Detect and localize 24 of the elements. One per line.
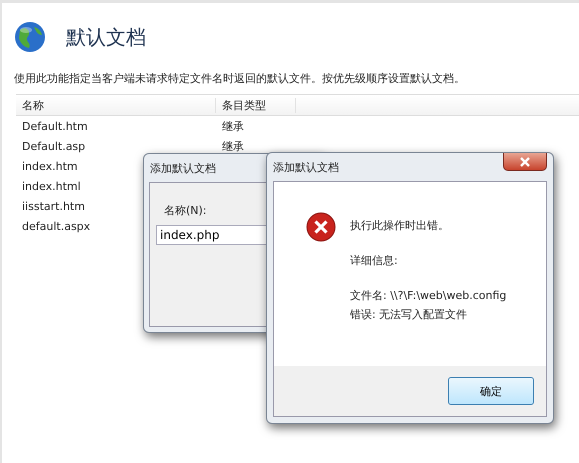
detail-text: 错误: 无法写入配置文件 bbox=[350, 307, 468, 322]
table-cell-text: index.html bbox=[21, 180, 81, 192]
column-header[interactable]: 名称 bbox=[16, 98, 216, 112]
globe-icon bbox=[14, 21, 46, 53]
description-text: 使用此功能指定当客户端未请求特定文件名时返回的默认文件。按优先级顺序设置默认文档。 bbox=[13, 71, 466, 86]
details-label: 详细信息: bbox=[350, 253, 399, 268]
table-cell-text: iisstart.htm bbox=[21, 200, 85, 212]
error-icon bbox=[306, 212, 336, 242]
error-message: 执行此操作时出错。 bbox=[350, 218, 450, 233]
table-cell-text: default.aspx bbox=[21, 220, 90, 232]
dialog-title: 添加默认文档 bbox=[273, 160, 339, 174]
column-header[interactable]: 条目类型 bbox=[216, 98, 296, 112]
detail-text: 文件名: \\?\F:\web\web.config bbox=[350, 288, 506, 303]
table-cell-text: 继承 bbox=[221, 118, 244, 134]
table-cell-text: 继承 bbox=[221, 138, 244, 154]
close-icon bbox=[519, 156, 531, 166]
table-cell-text: index.htm bbox=[21, 160, 78, 172]
dialog-title: 添加默认文档 bbox=[150, 160, 216, 176]
close-button[interactable] bbox=[503, 153, 547, 171]
table-cell-text: Default.asp bbox=[21, 140, 86, 152]
table-cell-text: Default.htm bbox=[21, 120, 88, 132]
name-label: 名称(N): bbox=[164, 203, 208, 218]
ok-button[interactable]: 确定 bbox=[448, 377, 534, 405]
page-title: 默认文档 bbox=[66, 24, 146, 50]
